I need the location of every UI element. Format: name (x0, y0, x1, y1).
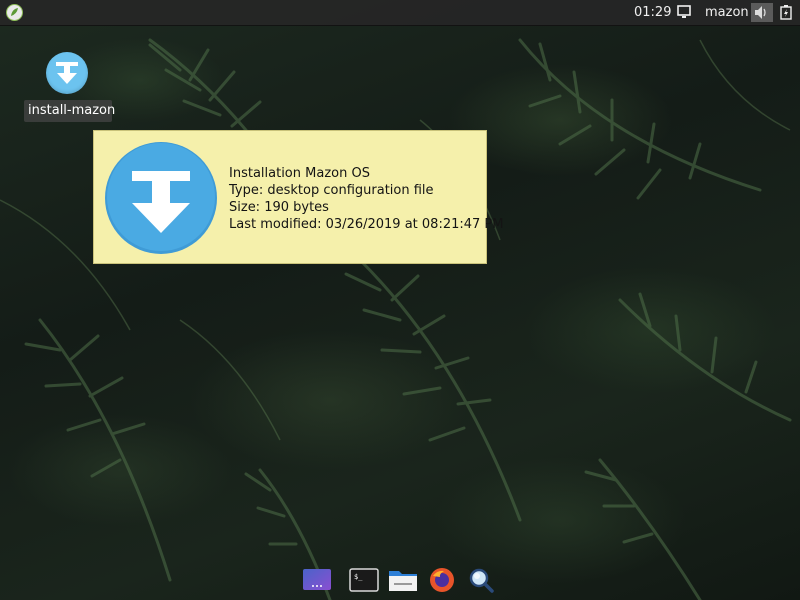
tooltip-file-type: Type: desktop configuration file (229, 183, 434, 198)
tooltip-text: Installation Mazon OS Type: desktop conf… (229, 165, 503, 233)
desktop-background[interactable] (0, 0, 800, 600)
desktop-icon-label: install-mazon (24, 100, 115, 122)
svg-text:$_: $_ (354, 573, 363, 581)
app-menu-icon[interactable] (6, 4, 23, 21)
clock[interactable]: 01:29 (634, 5, 671, 20)
display-icon[interactable] (677, 5, 691, 19)
tooltip-file-size: Size: 190 bytes (229, 200, 329, 215)
file-info-tooltip: Installation Mazon OS Type: desktop conf… (93, 130, 503, 264)
firefox-icon[interactable] (427, 567, 457, 593)
workspace-switcher-icon[interactable] (302, 567, 332, 593)
top-panel: 01:29 mazon (0, 0, 800, 26)
palm-leaves-wallpaper (0, 38, 792, 600)
tooltip-file-name: Installation Mazon OS (229, 166, 370, 181)
battery-icon[interactable] (779, 5, 793, 20)
search-magnifier-icon[interactable] (466, 567, 496, 593)
volume-icon[interactable] (751, 3, 773, 22)
tooltip-last-modified: Last modified: 03/26/2019 at 08:21:47 PM (229, 217, 504, 232)
desktop-icon-install-mazon[interactable]: install-mazon (24, 50, 115, 124)
file-manager-icon[interactable] (388, 567, 418, 593)
download-arrow-icon (105, 142, 217, 254)
terminal-icon[interactable]: $_ (349, 567, 379, 593)
download-arrow-icon (46, 52, 88, 94)
user-name[interactable]: mazon (705, 5, 749, 20)
